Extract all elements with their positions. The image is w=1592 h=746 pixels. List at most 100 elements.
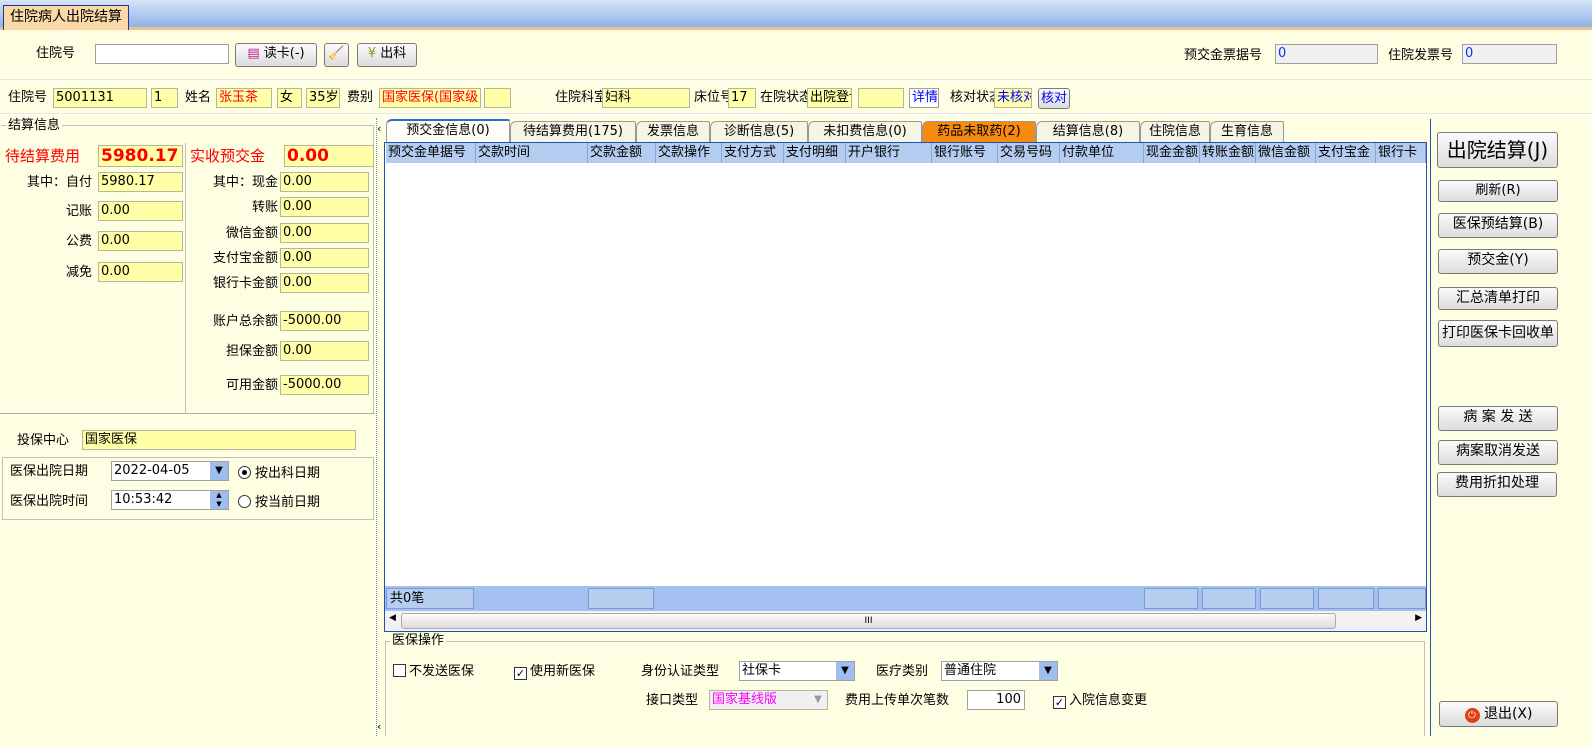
right-amount-field: 0.00	[280, 248, 369, 268]
print-card-receipt-button[interactable]: 打印医保卡回收单	[1438, 320, 1558, 347]
use-new-checkbox[interactable]: ✓ 使用新医保	[514, 663, 595, 681]
yuan-icon: ¥	[367, 46, 377, 61]
admission-times-field: 1	[151, 88, 178, 108]
radio-current-date[interactable]: 按当前日期	[238, 494, 320, 512]
exit-button[interactable]: ⏻ 退出(X)	[1439, 701, 1558, 727]
left-amount-label: 减免	[65, 265, 92, 280]
tab-1[interactable]: 待结算费用(175)	[510, 121, 636, 142]
pre-settle-button[interactable]: 医保预结算(B)	[1438, 213, 1558, 238]
tab-4[interactable]: 未扣费信息(0)	[808, 121, 922, 142]
column-header[interactable]: 交款操作	[656, 143, 722, 163]
settle-group-title: 结算信息	[6, 117, 63, 135]
ins-center-field: 国家医保	[82, 430, 356, 450]
read-card-button[interactable]: ▤ 读卡(-)	[235, 43, 317, 67]
right-amount-label: 担保金额	[225, 344, 278, 359]
left-amount-label: 记账	[65, 204, 92, 219]
check-button[interactable]: 核对	[1038, 88, 1070, 109]
right-amount-field: -5000.00	[280, 311, 369, 331]
status-field: 出院登记	[807, 88, 852, 108]
spin-arrows-icon[interactable]: ▲ ▼	[210, 491, 228, 509]
invoice-field: 0	[1462, 44, 1557, 64]
chevron-down-icon: ▼	[1039, 662, 1057, 680]
radio-discharge-date[interactable]: 按出科日期	[238, 465, 320, 483]
right-amount-field: 0.00	[280, 223, 369, 243]
id-type-select[interactable]: 社保卡 ▼	[739, 661, 855, 681]
collapse-left-icon-bottom[interactable]: ‹	[377, 718, 381, 736]
right-amount-label: 可用金额	[225, 378, 278, 393]
discount-button[interactable]: 费用折扣处理	[1437, 472, 1557, 497]
tab-3[interactable]: 诊断信息(5)	[710, 121, 808, 142]
column-header[interactable]: 支付宝金	[1316, 143, 1376, 163]
check-status-field: 未核对	[994, 88, 1032, 108]
tab-8[interactable]: 生育信息	[1210, 121, 1284, 142]
invoice-label: 住院发票号	[1388, 48, 1454, 63]
column-header[interactable]: 开户银行	[846, 143, 932, 163]
admit-change-checkbox[interactable]: ✓ 入院信息变更	[1053, 692, 1147, 710]
iface-select[interactable]: 国家基线版 ▼	[709, 690, 828, 710]
case-cancel-button[interactable]: 病案取消发送	[1438, 440, 1558, 465]
power-icon: ⏻	[1464, 708, 1480, 723]
column-header[interactable]: 付款单位	[1060, 143, 1144, 163]
collapse-left-icon[interactable]: ‹	[377, 120, 381, 138]
dept-field: 妇科	[602, 88, 690, 108]
id-type-label: 身份认证类型	[641, 664, 720, 679]
column-header[interactable]: 银行卡	[1376, 143, 1426, 163]
discharge-settle-button[interactable]: 出院结算(J)	[1437, 132, 1558, 168]
column-header[interactable]: 交易号码	[998, 143, 1060, 163]
column-header[interactable]: 交款时间	[476, 143, 588, 163]
column-header[interactable]: 支付方式	[722, 143, 784, 163]
column-header[interactable]: 支付明细	[784, 143, 846, 163]
print-summary-button[interactable]: 汇总清单打印	[1438, 287, 1558, 310]
name-field: 张玉茶	[216, 88, 272, 108]
tab-7[interactable]: 住院信息	[1140, 121, 1210, 142]
window-tab[interactable]: 住院病人出院结算	[3, 5, 129, 30]
column-header[interactable]: 转账金额	[1200, 143, 1256, 163]
fee-extra-field	[484, 88, 511, 108]
tab-2[interactable]: 发票信息	[636, 121, 710, 142]
ins-date-picker[interactable]: 2022-04-05 ▼	[111, 461, 229, 481]
upload-input[interactable]: 100	[967, 690, 1025, 710]
admission-number-input[interactable]	[95, 44, 229, 64]
refresh-button[interactable]: 刷新(R)	[1438, 180, 1558, 202]
grid-footer-cell	[1378, 588, 1426, 609]
scroll-thumb[interactable]: III	[401, 613, 1336, 629]
chevron-down-icon: ▼	[836, 662, 854, 680]
scroll-right-icon[interactable]: ▶	[1415, 613, 1422, 623]
case-send-button[interactable]: 病 案 发 送	[1438, 406, 1558, 431]
tab-6[interactable]: 结算信息(8)	[1036, 121, 1140, 142]
grid-footer-cell	[588, 588, 654, 609]
prepay-grid[interactable]	[384, 142, 1427, 632]
bed-field: 17	[728, 88, 756, 108]
splitter[interactable]	[376, 118, 384, 736]
left-amount-label: 其中：自付	[26, 175, 92, 190]
ins-time-spinner[interactable]: 10:53:42 ▲ ▼	[111, 490, 229, 510]
right-amount-field: 0.00	[280, 172, 369, 192]
patient-id-label: 住院号	[8, 90, 48, 105]
prepay-button[interactable]: 预交金(Y)	[1438, 249, 1558, 274]
tab-5[interactable]: 药品未取药(2)	[922, 121, 1036, 142]
med-type-select[interactable]: 普通住院 ▼	[941, 661, 1058, 681]
column-header[interactable]: 现金金额	[1144, 143, 1200, 163]
fee-type-label: 费别	[347, 90, 374, 105]
tab-0[interactable]: 预交金信息(0)	[386, 119, 510, 142]
column-header[interactable]: 交款金额	[588, 143, 656, 163]
no-send-checkbox[interactable]: 不发送医保	[393, 663, 474, 681]
column-header[interactable]: 预交金单据号	[386, 143, 476, 163]
right-amount-label: 其中：现金	[212, 175, 278, 190]
detail-link[interactable]: 详情	[909, 88, 939, 108]
left-amount-field: 0.00	[98, 262, 183, 282]
column-header[interactable]: 银行账号	[932, 143, 998, 163]
right-amount-label: 转账	[251, 200, 278, 215]
right-amount-field: 0.00	[280, 341, 369, 361]
left-amount-field: 0.00	[98, 231, 183, 251]
right-amount-field: -5000.00	[280, 375, 369, 395]
grid-footer-cell	[1202, 588, 1256, 609]
horizontal-scrollbar[interactable]: ◀ III ▶	[385, 611, 1426, 631]
discharge-button[interactable]: ¥ 出科	[357, 43, 417, 67]
sex-field: 女	[277, 88, 302, 108]
scroll-left-icon[interactable]: ◀	[389, 613, 396, 623]
chevron-down-icon[interactable]: ▼	[210, 462, 228, 480]
clear-button[interactable]: 🧹	[324, 43, 349, 67]
column-header[interactable]: 微信金额	[1256, 143, 1316, 163]
grid-footer-cell	[1318, 588, 1374, 609]
